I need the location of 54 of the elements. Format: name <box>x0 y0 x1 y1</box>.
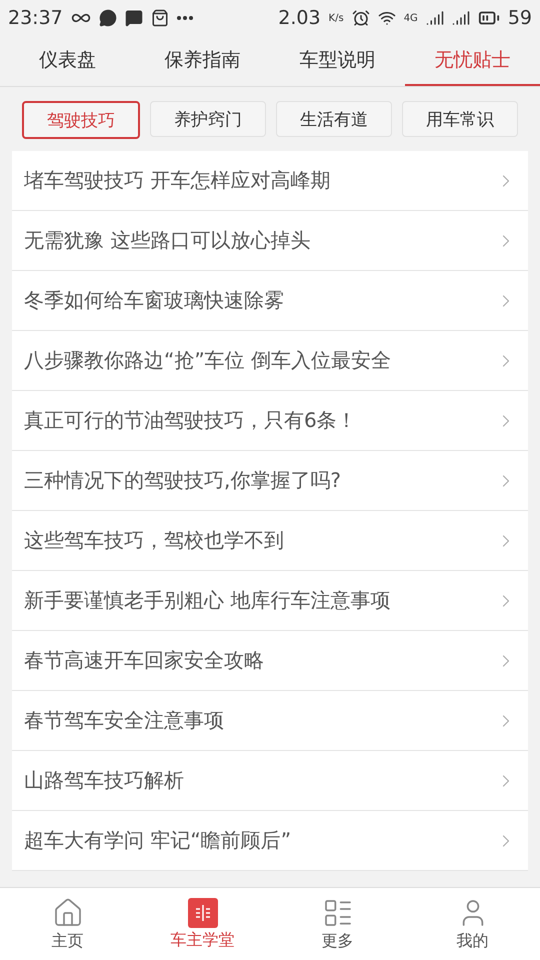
book-icon <box>188 898 218 928</box>
article-title: 春节高速开车回家安全攻略 <box>24 647 265 674</box>
signal-icon <box>426 9 444 27</box>
article-title: 这些驾车技巧，驾校也学不到 <box>24 527 285 554</box>
speed-unit: K/s <box>328 12 344 24</box>
article-row[interactable]: 春节高速开车回家安全攻略 <box>12 631 528 691</box>
article-row[interactable]: 这些驾车技巧，驾校也学不到 <box>12 511 528 571</box>
bag-icon <box>150 9 169 27</box>
chat-icon <box>98 9 117 27</box>
battery-level: 59 <box>508 7 532 29</box>
nav-tab[interactable]: 车主学堂 <box>135 888 270 960</box>
nav-label: 主页 <box>52 930 84 952</box>
message-icon <box>124 9 143 27</box>
nav-tab[interactable]: 更多 <box>270 888 405 960</box>
nav-label: 车主学堂 <box>170 930 234 950</box>
nav-tab[interactable]: 主页 <box>0 888 135 960</box>
article-title: 八步骤教你路边“抢”车位 倒车入位最安全 <box>24 347 392 374</box>
category-chip[interactable]: 生活有道 <box>276 101 392 137</box>
tab[interactable]: 车型说明 <box>270 36 405 86</box>
article-title: 超车大有学问 牢记“瞻前顾后” <box>24 827 292 854</box>
tab[interactable]: 仪表盘 <box>0 36 135 86</box>
article-row[interactable]: 无需犹豫 这些路口可以放心掉头 <box>12 211 528 271</box>
nav-tab[interactable]: 我的 <box>405 888 540 960</box>
article-row[interactable]: 真正可行的节油驾驶技巧，只有6条！ <box>12 391 528 451</box>
article-title: 新手要谨慎老手别粗心 地库行车注意事项 <box>24 587 392 614</box>
signal-icon <box>452 9 470 27</box>
article-row[interactable]: 新手要谨慎老手别粗心 地库行车注意事项 <box>12 571 528 631</box>
article-title: 三种情况下的驾驶技巧,你掌握了吗? <box>24 467 342 494</box>
article-title: 无需犹豫 这些路口可以放心掉头 <box>24 227 312 254</box>
article-row[interactable]: 堵车驾驶技巧 开车怎样应对高峰期 <box>12 151 528 211</box>
article-row[interactable]: 八步骤教你路边“抢”车位 倒车入位最安全 <box>12 331 528 391</box>
alarm-icon <box>352 9 370 27</box>
article-row[interactable]: 春节驾车安全注意事项 <box>12 691 528 751</box>
article-title: 春节驾车安全注意事项 <box>24 707 225 734</box>
network-speed: 2.03 <box>278 7 321 29</box>
article-row[interactable]: 山路驾车技巧解析 <box>12 751 528 811</box>
category-chip[interactable]: 驾驶技巧 <box>22 101 140 139</box>
article-title: 堵车驾驶技巧 开车怎样应对高峰期 <box>24 167 332 194</box>
article-title: 真正可行的节油驾驶技巧，只有6条！ <box>24 407 358 434</box>
article-title: 冬季如何给车窗玻璃快速除雾 <box>24 287 285 314</box>
article-row[interactable]: 超车大有学问 牢记“瞻前顾后” <box>12 811 528 871</box>
clock-time: 23:37 <box>8 7 63 29</box>
more-icon <box>176 16 193 20</box>
article-title: 山路驾车技巧解析 <box>24 767 185 794</box>
network-type: 4G <box>404 12 418 24</box>
wifi-icon <box>378 9 396 27</box>
category-chip[interactable]: 养护窍门 <box>150 101 266 137</box>
category-chip[interactable]: 用车常识 <box>402 101 518 137</box>
article-row[interactable]: 冬季如何给车窗玻璃快速除雾 <box>12 271 528 331</box>
article-row[interactable]: 三种情况下的驾驶技巧,你掌握了吗? <box>12 451 528 511</box>
tab[interactable]: 保养指南 <box>135 36 270 86</box>
tab[interactable]: 无忧贴士 <box>405 36 540 86</box>
nav-label: 更多 <box>322 930 354 952</box>
nav-label: 我的 <box>456 930 488 952</box>
